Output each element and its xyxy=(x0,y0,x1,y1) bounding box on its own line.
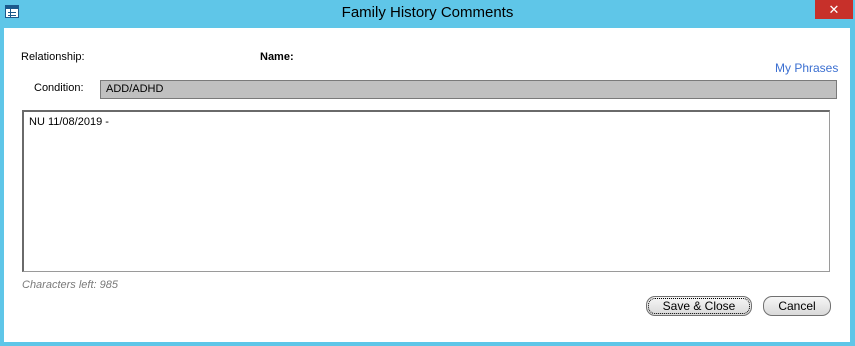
condition-field: ADD/ADHD xyxy=(100,80,837,99)
title-bar[interactable]: Family History Comments ✕ xyxy=(0,0,855,28)
characters-left: Characters left: 985 xyxy=(22,279,118,291)
relationship-label: Relationship: xyxy=(21,51,85,63)
window-title: Family History Comments xyxy=(341,4,514,21)
cancel-button[interactable]: Cancel xyxy=(763,296,831,316)
dialog-content: Relationship: Name: My Phrases Condition… xyxy=(4,28,850,342)
comment-textarea[interactable]: NU 11/08/2019 - xyxy=(22,110,830,272)
condition-label: Condition: xyxy=(34,82,84,94)
name-label: Name: xyxy=(260,51,294,63)
close-icon: ✕ xyxy=(828,2,840,17)
my-phrases-link[interactable]: My Phrases xyxy=(775,61,838,75)
save-close-button[interactable]: Save & Close xyxy=(646,296,752,316)
close-button[interactable]: ✕ xyxy=(815,0,853,19)
